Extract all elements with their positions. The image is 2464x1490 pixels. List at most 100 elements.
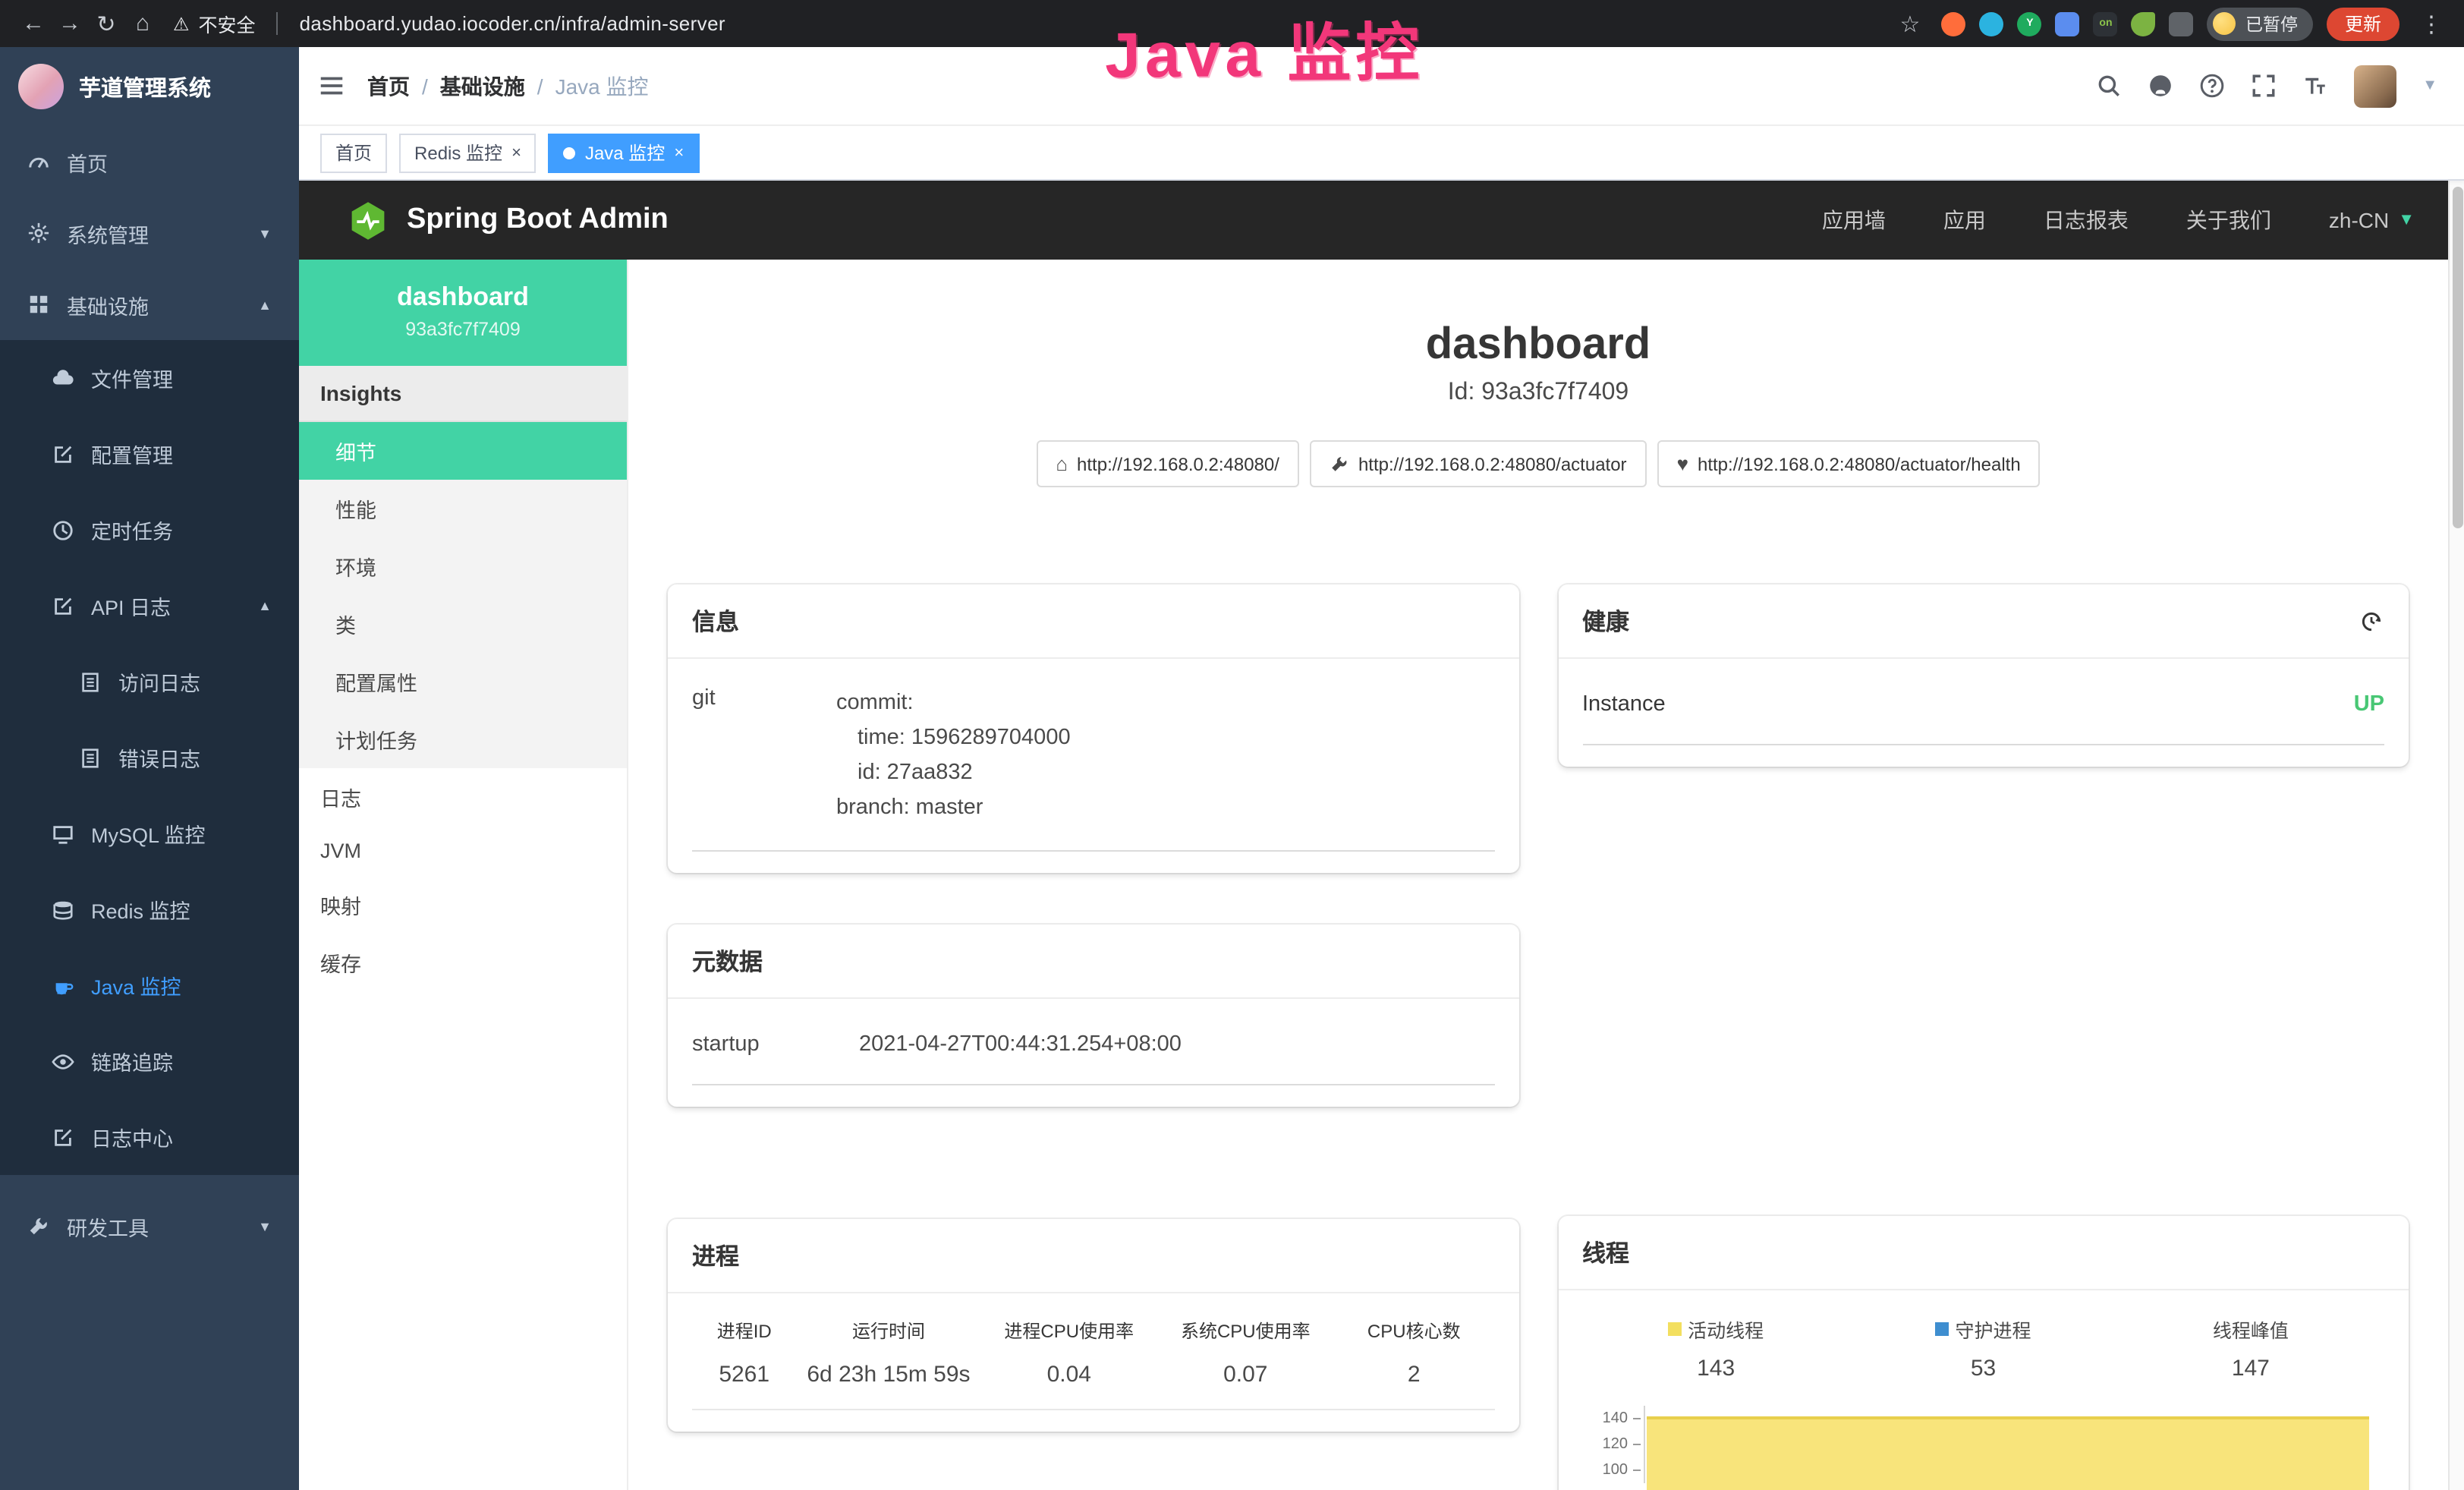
profile-paused-badge[interactable]: 已暂停 [2208, 7, 2313, 40]
threads-legend: 活动线程 143 守护进程 53 线程峰值 147 [1582, 1299, 2384, 1384]
search-icon[interactable] [2096, 73, 2122, 99]
reload-icon[interactable]: ↻ [88, 10, 124, 37]
extension-icon-1[interactable] [1942, 11, 1966, 36]
fullscreen-icon[interactable] [2251, 73, 2277, 99]
page-title: dashboard [628, 320, 2448, 370]
help-icon[interactable] [2199, 73, 2225, 99]
back-icon[interactable]: ← [15, 11, 52, 36]
close-icon[interactable]: × [511, 143, 521, 162]
sba-item-classes[interactable]: 类 [299, 595, 627, 653]
sba-nav-journal[interactable]: 日志报表 [2044, 205, 2129, 235]
page-subtitle: Id: 93a3fc7f7409 [628, 380, 2448, 407]
sidebar-item-config-manage[interactable]: 配置管理 [0, 416, 299, 492]
sidebar-item-infra[interactable]: 基础设施 ▲ [0, 269, 299, 340]
sidebar-item-system[interactable]: 系统管理 ▼ [0, 197, 299, 269]
iframe-scrollbar[interactable] [2448, 181, 2464, 1490]
sba-section-insights[interactable]: Insights [299, 366, 627, 422]
tab-java-monitor[interactable]: Java 监控 × [549, 133, 699, 172]
address-divider [277, 12, 278, 35]
sba-item-jvm[interactable]: JVM [299, 826, 627, 876]
breadcrumb: 首页 / 基础设施 / Java 监控 [367, 71, 649, 101]
sidebar-item-java-monitor[interactable]: Java 监控 [0, 947, 299, 1023]
sba-item-config-props[interactable]: 配置属性 [299, 653, 627, 710]
sba-item-scheduled-tasks[interactable]: 计划任务 [299, 710, 627, 768]
extension-icon-leaf[interactable] [2132, 11, 2156, 36]
kebab-menu-icon[interactable]: ⋮ [2413, 10, 2450, 37]
hamburger-icon[interactable] [317, 71, 346, 100]
browser-home-icon[interactable]: ⌂ [124, 11, 161, 36]
sidebar-item-access-log[interactable]: 访问日志 [0, 644, 299, 720]
clock-icon [52, 518, 74, 541]
github-icon[interactable] [2148, 73, 2173, 99]
sba-item-metrics[interactable]: 性能 [299, 480, 627, 537]
wrench-icon [27, 1214, 50, 1237]
legend-swatch-blue [1936, 1322, 1949, 1336]
extension-icon-puzzle[interactable] [2170, 11, 2194, 36]
update-button[interactable]: 更新 [2327, 7, 2399, 40]
sidebar-item-home[interactable]: 首页 [0, 126, 299, 197]
breadcrumb-infra[interactable]: 基础设施 [440, 71, 525, 101]
metadata-row-startup: startup 2021-04-27T00:44:31.254+08:00 [692, 1008, 1494, 1085]
sba-brand-title[interactable]: Spring Boot Admin [407, 203, 669, 237]
tags-view-bar: 首页 Redis 监控 × Java 监控 × [299, 126, 2464, 181]
url-text: dashboard.yudao.iocoder.cn/infra/admin-s… [300, 12, 725, 35]
sidebar-item-mysql-monitor[interactable]: MySQL 监控 [0, 795, 299, 871]
chevron-down-icon: ▼ [2398, 211, 2415, 229]
app-menu: 首页 系统管理 ▼ 基础设施 ▲ 文件管理 配置管理 [0, 126, 299, 1262]
instance-header[interactable]: dashboard 93a3fc7f7409 [299, 260, 627, 366]
history-icon[interactable] [2359, 608, 2384, 634]
live-threads-area [1646, 1416, 2369, 1490]
bookmark-star-icon[interactable]: ☆ [1892, 10, 1928, 37]
sidebar-item-log-center[interactable]: 日志中心 [0, 1099, 299, 1175]
language-selector[interactable]: zh-CN ▼ [2329, 208, 2415, 232]
sidebar-item-dev-tools[interactable]: 研发工具 ▼ [0, 1190, 299, 1262]
sba-item-logs[interactable]: 日志 [299, 768, 627, 826]
cards-column-left: 信息 git commit: time: 1596289704000 id: 2… [668, 584, 1518, 1432]
user-avatar[interactable] [2354, 65, 2396, 107]
sidebar-item-file-manage[interactable]: 文件管理 [0, 340, 299, 416]
font-size-icon[interactable] [2302, 73, 2328, 99]
forward-icon[interactable]: → [52, 11, 88, 36]
status-badge: UP [2354, 692, 2384, 717]
info-card-title: 信息 [692, 604, 739, 638]
sba-nav-about[interactable]: 关于我们 [2186, 205, 2271, 235]
sba-nav-applications[interactable]: 应用 [1943, 205, 1986, 235]
insights-group: 细节 性能 环境 类 配置属性 计划任务 [299, 422, 627, 768]
extension-icon-3[interactable]: Y [2018, 11, 2042, 36]
sba-item-environment[interactable]: 环境 [299, 537, 627, 595]
avatar-caret-icon[interactable]: ▼ [2422, 77, 2437, 94]
tab-redis-monitor[interactable]: Redis 监控 × [399, 133, 537, 172]
health-card: 健康 Instance UP [1558, 584, 2409, 767]
sba-sidebar: dashboard 93a3fc7f7409 Insights 细节 性能 环境… [299, 260, 628, 1490]
sidebar-item-api-log[interactable]: API 日志 ▲ [0, 568, 299, 644]
sidebar-item-redis-monitor[interactable]: Redis 监控 [0, 871, 299, 947]
profile-avatar-icon [2214, 12, 2236, 35]
sba-item-details[interactable]: 细节 [299, 422, 627, 480]
breadcrumb-home[interactable]: 首页 [367, 71, 410, 101]
info-row-git: git commit: time: 1596289704000 id: 27aa… [692, 668, 1494, 852]
scrollbar-thumb[interactable] [2453, 187, 2463, 528]
sba-item-mappings[interactable]: 映射 [299, 876, 627, 934]
document-icon [79, 670, 102, 693]
tab-home[interactable]: 首页 [320, 133, 387, 172]
app-title: 芋道管理系统 [79, 71, 211, 102]
sba-item-caches[interactable]: 缓存 [299, 934, 627, 991]
cards-column-right: 健康 Instance UP 线程 [1558, 584, 2409, 1490]
sidebar-item-trace[interactable]: 链路追踪 [0, 1023, 299, 1099]
sidebar-item-error-log[interactable]: 错误日志 [0, 720, 299, 795]
process-table-header: 进程ID 运行时间 进程CPU使用率 系统CPU使用率 CPU核心数 [692, 1303, 1494, 1350]
actuator-url-button[interactable]: http://192.168.0.2:48080/actuator [1310, 440, 1647, 487]
sidebar-item-scheduled-job[interactable]: 定时任务 [0, 492, 299, 568]
extension-icon-on[interactable]: on [2094, 11, 2118, 36]
close-icon[interactable]: × [674, 143, 684, 162]
service-url-button[interactable]: ⌂ http://192.168.0.2:48080/ [1036, 440, 1299, 487]
sba-nav-wallboard[interactable]: 应用墙 [1822, 205, 1886, 235]
health-url-button[interactable]: ♥ http://192.168.0.2:48080/actuator/heal… [1657, 440, 2041, 487]
chevron-down-icon: ▼ [258, 225, 272, 241]
address-bar[interactable]: ⚠ 不安全 dashboard.yudao.iocoder.cn/infra/a… [173, 9, 725, 38]
legend-daemon-threads: 守护进程 53 [1849, 1315, 2116, 1381]
legend-peak-threads: 线程峰值 147 [2117, 1315, 2384, 1381]
extension-icon-2[interactable] [1980, 11, 2004, 36]
app-logo-row[interactable]: 芋道管理系统 [0, 47, 299, 126]
extension-icon-4[interactable] [2056, 11, 2080, 36]
